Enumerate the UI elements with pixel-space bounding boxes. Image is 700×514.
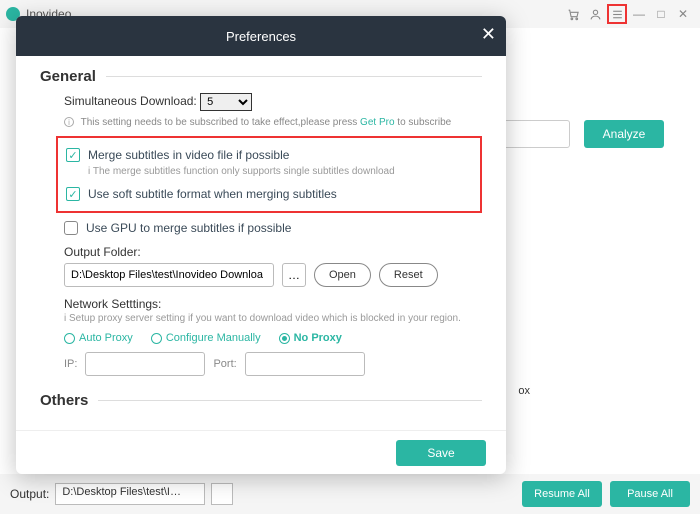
preferences-dialog: Preferences ✕ General Simultaneous Downl…	[16, 16, 506, 474]
radio-configure-manually[interactable]: Configure Manually	[151, 332, 261, 344]
dialog-footer: Save	[16, 430, 506, 474]
ip-port-row: IP: Port:	[64, 352, 482, 376]
ip-label: IP:	[64, 358, 77, 370]
network-hint-text: Setup proxy server setting if you want t…	[69, 313, 461, 324]
dialog-header: Preferences ✕	[16, 16, 506, 56]
maximize-icon[interactable]: □	[651, 4, 671, 24]
get-pro-link[interactable]: Get Pro	[360, 117, 394, 128]
gpu-label: Use GPU to merge subtitles if possible	[86, 221, 291, 235]
merge-label: Merge subtitles in video file if possibl…	[88, 148, 289, 162]
browse-button[interactable]: …	[282, 263, 306, 287]
gpu-subtitle-row[interactable]: ✓ Use GPU to merge subtitles if possible	[64, 221, 482, 235]
sim-hint-a: This setting needs to be subscribed to t…	[81, 117, 360, 128]
cart-icon[interactable]	[563, 4, 583, 24]
checkbox-checked-icon[interactable]: ✓	[66, 148, 80, 162]
close-window-icon[interactable]: ✕	[673, 4, 693, 24]
radio-no-proxy[interactable]: No Proxy	[279, 332, 342, 344]
checkbox-checked-icon[interactable]: ✓	[66, 187, 80, 201]
radio-none-label: No Proxy	[294, 332, 342, 344]
output-path-display[interactable]: D:\Desktop Files\test\I…	[55, 483, 205, 505]
bottom-bar: Output: D:\Desktop Files\test\I… Resume …	[0, 474, 700, 514]
pause-all-button[interactable]: Pause All	[610, 481, 690, 507]
soft-label: Use soft subtitle format when merging su…	[88, 187, 337, 201]
simultaneous-row: Simultaneous Download: 5	[64, 93, 482, 111]
merge-subtitles-row[interactable]: ✓ Merge subtitles in video file if possi…	[66, 148, 476, 162]
sim-download-select[interactable]: 5	[200, 93, 252, 111]
radio-icon	[151, 333, 162, 344]
checkbox-unchecked-icon[interactable]: ✓	[64, 221, 78, 235]
menu-icon[interactable]	[607, 4, 627, 24]
radio-auto-label: Auto Proxy	[79, 332, 133, 344]
resume-all-button[interactable]: Resume All	[522, 481, 602, 507]
merge-hint-text: The merge subtitles function only suppor…	[93, 166, 395, 177]
network-label: Network Setttings:	[64, 297, 482, 311]
port-label: Port:	[213, 358, 236, 370]
dialog-title: Preferences	[226, 29, 296, 44]
general-heading: General	[40, 68, 482, 85]
others-heading-text: Others	[40, 392, 88, 409]
others-heading: Others	[40, 392, 482, 409]
bg-text-fragment: ox	[518, 385, 530, 397]
reset-button[interactable]: Reset	[379, 263, 438, 287]
info-icon: i	[88, 166, 90, 177]
dialog-body: General Simultaneous Download: 5 i This …	[16, 56, 506, 430]
radio-icon	[64, 333, 75, 344]
minimize-icon[interactable]: —	[629, 4, 649, 24]
open-button[interactable]: Open	[314, 263, 371, 287]
output-folder-input[interactable]	[64, 263, 274, 287]
proxy-radio-group: Auto Proxy Configure Manually No Proxy	[64, 332, 482, 344]
port-input[interactable]	[245, 352, 365, 376]
merge-hint: i The merge subtitles function only supp…	[88, 166, 476, 177]
save-button[interactable]: Save	[396, 440, 486, 466]
network-hint: i Setup proxy server setting if you want…	[64, 313, 482, 324]
info-icon: i	[64, 117, 74, 127]
general-heading-text: General	[40, 68, 96, 85]
output-folder-row: … Open Reset	[64, 263, 482, 287]
radio-icon	[279, 333, 290, 344]
info-icon: i	[64, 313, 66, 324]
output-label: Output:	[10, 487, 49, 501]
sim-hint: i This setting needs to be subscribed to…	[64, 117, 482, 128]
highlight-box: ✓ Merge subtitles in video file if possi…	[56, 136, 482, 213]
user-icon[interactable]	[585, 4, 605, 24]
close-icon[interactable]: ✕	[481, 24, 496, 45]
sim-hint-b: to subscribe	[395, 117, 452, 128]
ip-input[interactable]	[85, 352, 205, 376]
radio-manual-label: Configure Manually	[166, 332, 261, 344]
sim-label: Simultaneous Download:	[64, 94, 197, 108]
output-folder-label: Output Folder:	[64, 245, 482, 259]
output-browse-button[interactable]	[211, 483, 233, 505]
radio-auto-proxy[interactable]: Auto Proxy	[64, 332, 133, 344]
analyze-button[interactable]: Analyze	[584, 120, 664, 148]
divider	[98, 400, 482, 401]
divider	[106, 76, 482, 77]
soft-subtitle-row[interactable]: ✓ Use soft subtitle format when merging …	[66, 187, 476, 201]
